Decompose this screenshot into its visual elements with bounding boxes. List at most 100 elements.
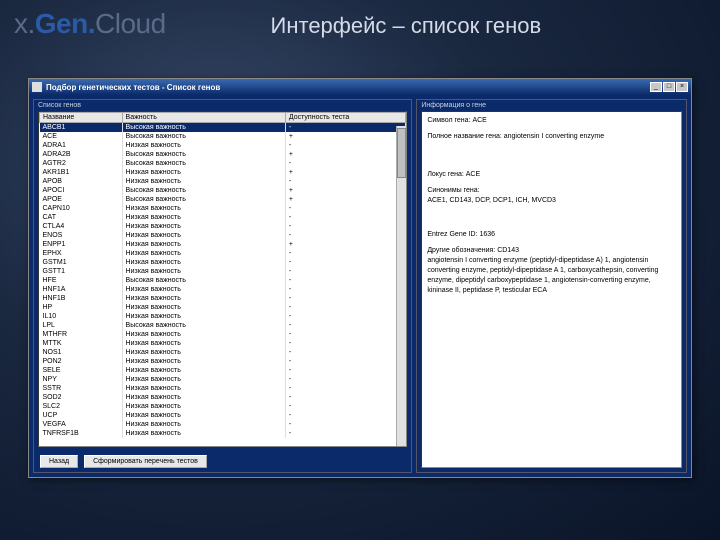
table-row[interactable]: CATНизкая важность-	[40, 213, 406, 222]
table-cell: Высокая важность	[122, 276, 285, 285]
table-cell: -	[285, 330, 405, 339]
table-cell: Низкая важность	[122, 384, 285, 393]
table-row[interactable]: APOEВысокая важность+	[40, 195, 406, 204]
table-row[interactable]: TNFRSF1BНизкая важность-	[40, 429, 406, 438]
table-row[interactable]: MTTKНизкая важность-	[40, 339, 406, 348]
table-cell: GSTT1	[40, 267, 123, 276]
table-row[interactable]: EPHXНизкая важность-	[40, 249, 406, 258]
col-header-name[interactable]: Название	[40, 113, 123, 123]
table-cell: -	[285, 429, 405, 438]
table-row[interactable]: SELEНизкая важность-	[40, 366, 406, 375]
table-cell: LPL	[40, 321, 123, 330]
table-cell: HNF1A	[40, 285, 123, 294]
page-title: Интерфейс – список генов	[166, 13, 706, 39]
table-cell: +	[285, 240, 405, 249]
table-cell: HP	[40, 303, 123, 312]
table-cell: Низкая важность	[122, 231, 285, 240]
table-cell: Низкая важность	[122, 204, 285, 213]
gene-list-caption: Список генов	[34, 100, 411, 111]
table-row[interactable]: GSTM1Низкая важность-	[40, 258, 406, 267]
scroll-thumb[interactable]	[397, 128, 406, 178]
table-cell: -	[285, 285, 405, 294]
table-cell: Низкая важность	[122, 420, 285, 429]
table-cell: -	[285, 141, 405, 150]
table-cell: Низкая важность	[122, 357, 285, 366]
table-cell: Низкая важность	[122, 402, 285, 411]
table-cell: AGTR2	[40, 159, 123, 168]
gene-other-value: angiotensin I converting enzyme (peptidy…	[427, 256, 676, 296]
gene-other-label: Другие обозначения: CD143	[427, 246, 676, 256]
col-header-importance[interactable]: Важность	[122, 113, 285, 123]
table-cell: -	[285, 123, 405, 133]
minimize-button[interactable]: _	[650, 82, 662, 92]
table-cell: Высокая важность	[122, 159, 285, 168]
table-row[interactable]: GSTT1Низкая важность-	[40, 267, 406, 276]
table-cell: Низкая важность	[122, 249, 285, 258]
table-row[interactable]: IL10Низкая важность-	[40, 312, 406, 321]
table-cell: ABCB1	[40, 123, 123, 133]
back-button[interactable]: Назад	[40, 455, 78, 468]
maximize-button[interactable]: □	[663, 82, 675, 92]
table-cell: -	[285, 420, 405, 429]
table-row[interactable]: AKR1B1Низкая важность+	[40, 168, 406, 177]
table-cell: -	[285, 249, 405, 258]
gene-table[interactable]: Название Важность Доступность теста ABCB…	[39, 112, 406, 438]
table-row[interactable]: CAPN10Низкая важность-	[40, 204, 406, 213]
table-cell: APOCI	[40, 186, 123, 195]
table-cell: -	[285, 177, 405, 186]
table-row[interactable]: SSTRНизкая важность-	[40, 384, 406, 393]
table-cell: -	[285, 348, 405, 357]
table-row[interactable]: NPYНизкая важность-	[40, 375, 406, 384]
table-row[interactable]: HNF1BНизкая важность-	[40, 294, 406, 303]
table-row[interactable]: VEGFAНизкая важность-	[40, 420, 406, 429]
table-cell: -	[285, 258, 405, 267]
table-cell: Низкая важность	[122, 240, 285, 249]
logo: x.Gen.Cloud	[14, 8, 166, 40]
table-row[interactable]: AGTR2Высокая важность-	[40, 159, 406, 168]
gene-locus: Локус гена: ACE	[427, 170, 676, 180]
table-row[interactable]: NOS1Низкая важность-	[40, 348, 406, 357]
gene-list-panel: Список генов Название Важность Доступнос…	[33, 99, 412, 473]
table-cell: -	[285, 339, 405, 348]
table-row[interactable]: UCPНизкая важность-	[40, 411, 406, 420]
table-row[interactable]: ACEВысокая важность+	[40, 132, 406, 141]
table-row[interactable]: SLC2Низкая важность-	[40, 402, 406, 411]
table-cell: -	[285, 303, 405, 312]
table-cell: Высокая важность	[122, 321, 285, 330]
table-cell: SSTR	[40, 384, 123, 393]
table-row[interactable]: HPНизкая важность-	[40, 303, 406, 312]
table-row[interactable]: ABCB1Высокая важность-	[40, 123, 406, 133]
table-cell: -	[285, 357, 405, 366]
col-header-availability[interactable]: Доступность теста	[285, 113, 405, 123]
titlebar[interactable]: Подбор генетических тестов - Список гено…	[29, 79, 691, 95]
table-cell: ENPP1	[40, 240, 123, 249]
table-row[interactable]: PON2Низкая важность-	[40, 357, 406, 366]
table-row[interactable]: CTLA4Низкая важность-	[40, 222, 406, 231]
table-cell: SOD2	[40, 393, 123, 402]
table-cell: Высокая важность	[122, 186, 285, 195]
table-row[interactable]: HFEВысокая важность-	[40, 276, 406, 285]
table-row[interactable]: ADRA2BВысокая важность+	[40, 150, 406, 159]
table-cell: CTLA4	[40, 222, 123, 231]
table-row[interactable]: APOBНизкая важность-	[40, 177, 406, 186]
table-cell: NOS1	[40, 348, 123, 357]
table-row[interactable]: ENOSНизкая важность-	[40, 231, 406, 240]
table-row[interactable]: MTHFRНизкая важность-	[40, 330, 406, 339]
table-row[interactable]: HNF1AНизкая важность-	[40, 285, 406, 294]
table-row[interactable]: SOD2Низкая важность-	[40, 393, 406, 402]
table-row[interactable]: LPLВысокая важность-	[40, 321, 406, 330]
table-row[interactable]: ENPP1Низкая важность+	[40, 240, 406, 249]
logo-cloud: Cloud	[95, 8, 166, 39]
table-cell: Высокая важность	[122, 195, 285, 204]
vertical-scrollbar[interactable]	[396, 126, 406, 446]
gene-info-body: Символ гена: ACE Полное название гена: a…	[421, 111, 682, 468]
generate-tests-button[interactable]: Сформировать перечень тестов	[84, 455, 207, 468]
table-row[interactable]: APOCIВысокая важность+	[40, 186, 406, 195]
table-cell: VEGFA	[40, 420, 123, 429]
table-cell: -	[285, 402, 405, 411]
close-button[interactable]: ×	[676, 82, 688, 92]
gene-synonyms: ACE1, CD143, DCP, DCP1, ICH, MVCD3	[427, 196, 676, 206]
table-cell: ADRA1	[40, 141, 123, 150]
table-cell: Низкая важность	[122, 303, 285, 312]
table-row[interactable]: ADRA1Низкая важность-	[40, 141, 406, 150]
